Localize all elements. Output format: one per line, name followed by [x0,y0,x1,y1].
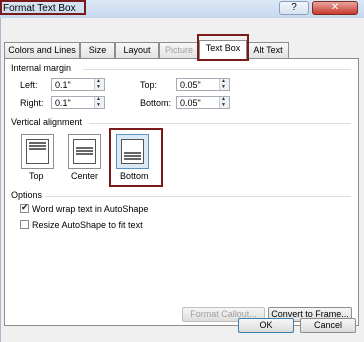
options-divider [45,196,351,197]
bottom-margin-label: Bottom: [140,98,172,108]
dialog-body: Colors and Lines Size Layout Picture Tex… [0,18,364,342]
spin-down-icon: ▼ [221,84,226,90]
right-margin-label: Right: [20,98,44,108]
ok-button[interactable]: OK [238,318,294,333]
align-center-option[interactable] [68,134,101,169]
text-box-panel: Internal margin Left: 0.1" ▲ ▼ Right: 0.1… [4,58,359,326]
right-margin-value: 0.1" [55,98,71,108]
align-top-label: Top [29,171,44,181]
top-margin-value: 0.05" [180,80,201,90]
align-center-icon [73,139,96,164]
word-wrap-checkbox[interactable]: ✔ [20,202,29,213]
left-margin-value: 0.1" [55,80,71,90]
tab-picture[interactable]: Picture [159,42,199,58]
word-wrap-label: Word wrap text in AutoShape [32,204,149,214]
internal-margin-heading: Internal margin [11,63,72,73]
vertical-alignment-heading: Vertical alignment [11,117,83,127]
close-button[interactable]: ✕ [312,1,358,15]
top-margin-spinner[interactable]: 0.05" ▲ ▼ [176,78,230,91]
internal-margin-divider [83,69,351,70]
title-bar: Format Text Box ? ✕ [0,0,364,18]
resize-autoshape-checkbox[interactable] [20,220,29,229]
spin-down-icon: ▼ [221,102,226,108]
top-margin-label: Top: [140,80,158,90]
bottom-margin-arrows[interactable]: ▲ ▼ [219,97,229,108]
title-highlight-box [0,0,86,15]
checkmark-icon: ✔ [21,202,29,212]
vertical-alignment-divider [89,123,351,124]
resize-autoshape-label: Resize AutoShape to fit text [32,220,143,230]
options-heading: Options [11,190,43,200]
left-margin-arrows[interactable]: ▲ ▼ [94,79,104,90]
top-margin-arrows[interactable]: ▲ ▼ [219,79,229,90]
right-margin-arrows[interactable]: ▲ ▼ [94,97,104,108]
align-center-label: Center [71,171,99,181]
bottom-option-highlight-box [109,128,163,187]
tab-alt-text[interactable]: Alt Text [247,42,289,58]
help-button[interactable]: ? [279,1,309,15]
bottom-margin-spinner[interactable]: 0.05" ▲ ▼ [176,96,230,109]
tab-colors-and-lines[interactable]: Colors and Lines [4,42,80,58]
align-top-icon [26,139,49,164]
active-tab-highlight-box [197,34,249,61]
bottom-margin-value: 0.05" [180,98,201,108]
tab-size[interactable]: Size [80,42,115,58]
right-margin-spinner[interactable]: 0.1" ▲ ▼ [51,96,105,109]
spin-down-icon: ▼ [96,102,101,108]
left-margin-label: Left: [20,80,38,90]
left-margin-spinner[interactable]: 0.1" ▲ ▼ [51,78,105,91]
align-top-option[interactable] [21,134,54,169]
spin-down-icon: ▼ [96,84,101,90]
cancel-button[interactable]: Cancel [300,318,356,333]
tab-layout[interactable]: Layout [115,42,159,58]
